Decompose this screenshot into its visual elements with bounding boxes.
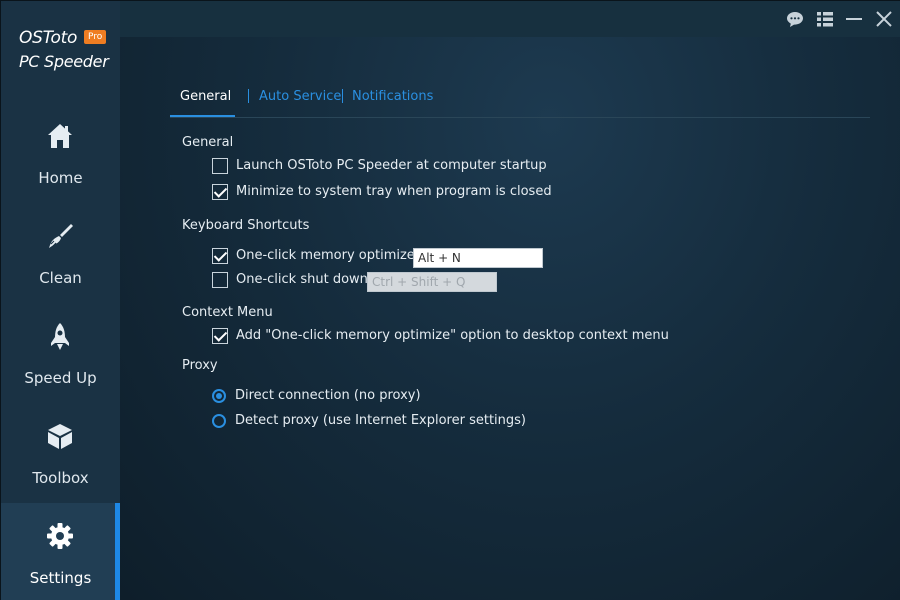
startup-checkbox[interactable] — [212, 158, 228, 174]
sidebar-item-speed-up[interactable]: Speed Up — [1, 303, 120, 401]
feedback-icon[interactable] — [786, 10, 804, 28]
brand: OSToto Pro PC Speeder — [1, 1, 120, 101]
sidebar-item-home[interactable]: Home — [1, 103, 120, 201]
tray-checkbox[interactable] — [212, 184, 228, 200]
close-icon[interactable] — [875, 10, 893, 28]
proxy-detect-radio[interactable] — [212, 414, 226, 428]
title-bar — [120, 1, 900, 37]
app-window: OSToto Pro PC Speeder Home Clean Speed U… — [0, 0, 900, 600]
pro-badge: Pro — [84, 30, 107, 44]
context-menu-checkbox[interactable] — [212, 328, 228, 344]
app-name: OSToto — [19, 28, 78, 48]
shutdown-shortcut-label: One-click shut down: — [236, 272, 373, 287]
tab-separator — [248, 89, 249, 103]
sidebar-item-label: Speed Up — [24, 369, 97, 387]
memory-shortcut-input[interactable] — [413, 248, 543, 268]
section-title-context-menu: Context Menu — [182, 305, 273, 320]
shutdown-shortcut-checkbox[interactable] — [212, 272, 228, 288]
tab-auto-service[interactable]: Auto Service — [259, 89, 341, 104]
section-title-proxy: Proxy — [182, 358, 218, 373]
app-subtitle: PC Speeder — [19, 52, 109, 71]
tab-general[interactable]: General — [180, 89, 231, 104]
main-panel: General Auto Service Notifications Gener… — [120, 1, 900, 600]
section-title-general: General — [182, 135, 234, 150]
memory-shortcut-label: One-click memory optimize : — [236, 248, 424, 263]
minimize-icon[interactable] — [845, 10, 863, 28]
memory-shortcut-checkbox[interactable] — [212, 248, 228, 264]
context-menu-label: Add "One-click memory optimize" option t… — [236, 328, 669, 343]
proxy-direct-label: Direct connection (no proxy) — [235, 388, 421, 403]
settings-tabs: General Auto Service Notifications — [170, 81, 490, 118]
sidebar-item-clean[interactable]: Clean — [1, 203, 120, 301]
sidebar-item-toolbox[interactable]: Toolbox — [1, 403, 120, 501]
tab-divider — [170, 117, 870, 118]
brush-icon — [49, 224, 73, 248]
sidebar-item-label: Toolbox — [32, 469, 89, 487]
menu-icon[interactable] — [816, 10, 834, 28]
home-icon — [48, 124, 72, 148]
sidebar-item-label: Home — [38, 169, 83, 187]
rocket-icon — [51, 323, 69, 350]
gear-icon — [47, 523, 73, 549]
sidebar: OSToto Pro PC Speeder Home Clean Speed U… — [1, 1, 120, 600]
tray-label: Minimize to system tray when program is … — [236, 184, 552, 199]
sidebar-item-label: Clean — [39, 269, 82, 287]
section-title-shortcuts: Keyboard Shortcuts — [182, 218, 310, 233]
proxy-direct-radio[interactable] — [212, 389, 226, 403]
box-icon — [48, 424, 72, 449]
tab-separator — [342, 89, 343, 103]
startup-label: Launch OSToto PC Speeder at computer sta… — [236, 158, 547, 173]
proxy-detect-label: Detect proxy (use Internet Explorer sett… — [235, 413, 527, 428]
sidebar-item-settings[interactable]: Settings — [1, 503, 120, 600]
tab-notifications[interactable]: Notifications — [352, 89, 433, 104]
shutdown-shortcut-input — [367, 272, 497, 292]
sidebar-item-label: Settings — [29, 569, 92, 587]
